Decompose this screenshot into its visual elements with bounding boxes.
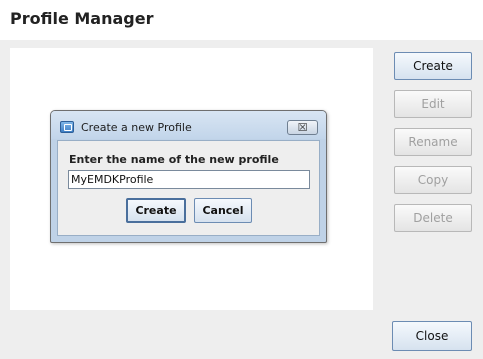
create-button[interactable]: Create [394, 52, 472, 80]
copy-button[interactable]: Copy [394, 166, 472, 194]
delete-button[interactable]: Delete [394, 204, 472, 232]
edit-button[interactable]: Edit [394, 90, 472, 118]
close-button[interactable]: Close [392, 321, 472, 351]
rename-button[interactable]: Rename [394, 128, 472, 156]
profile-name-input[interactable] [68, 170, 310, 189]
dialog-create-button[interactable]: Create [126, 198, 186, 223]
dialog-close-button[interactable]: ☒ [287, 120, 318, 135]
create-profile-dialog: Create a new Profile ☒ Enter the name of… [50, 110, 327, 243]
dialog-title: Create a new Profile [81, 121, 192, 134]
dialog-titlebar[interactable]: Create a new Profile ☒ [51, 111, 326, 139]
header-bar: Profile Manager [0, 0, 483, 40]
window-app-icon [60, 121, 74, 133]
profile-name-label: Enter the name of the new profile [69, 153, 279, 166]
dialog-cancel-button[interactable]: Cancel [194, 198, 252, 223]
dialog-body: Enter the name of the new profile Create… [57, 140, 320, 236]
page-title: Profile Manager [10, 9, 154, 28]
